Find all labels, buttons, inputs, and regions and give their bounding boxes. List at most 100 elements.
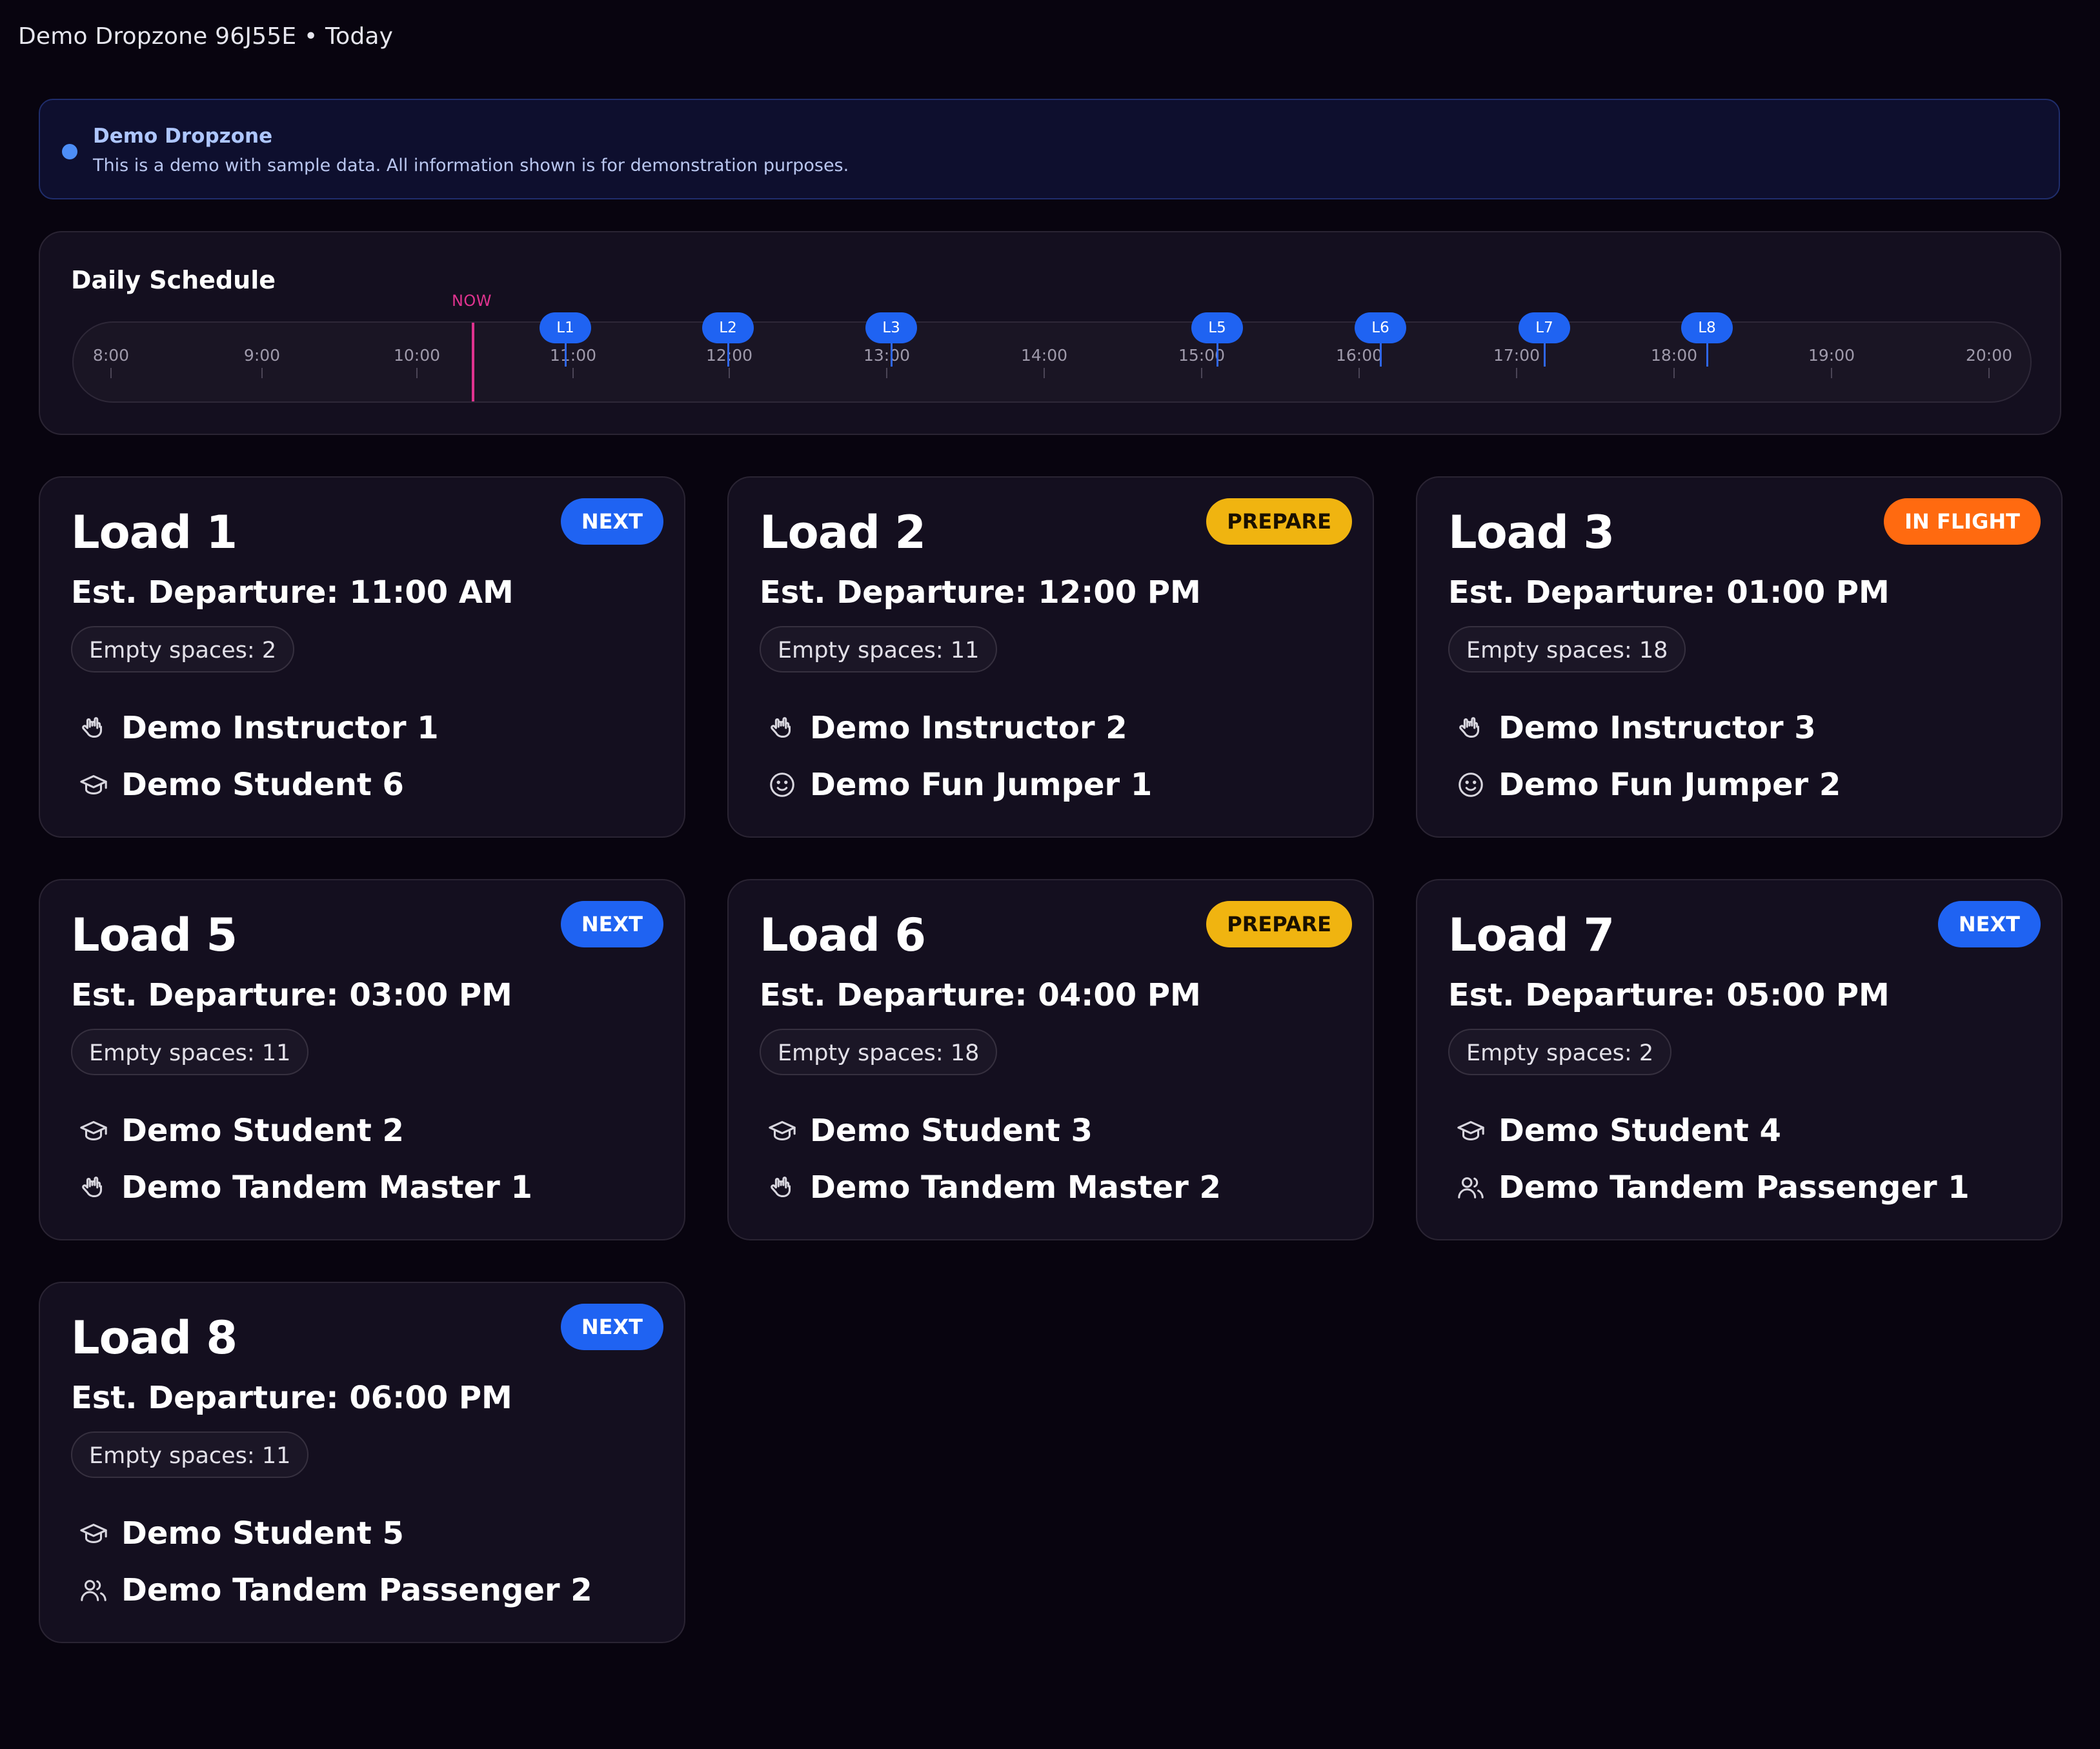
jumper-name: Demo Tandem Master 1 [121, 1169, 532, 1206]
jumper-row: Demo Fun Jumper 1 [767, 765, 1152, 804]
smiley-icon [770, 773, 794, 797]
load-card[interactable]: Load 6 PREPARE Est. Departure: 04:00 PM … [727, 879, 1374, 1240]
now-label: NOW [451, 292, 492, 310]
daily-schedule: Daily Schedule 8:00 9:00 10:00 11:00 12:… [39, 231, 2061, 435]
timeline-load-marker[interactable]: L1 [540, 312, 591, 343]
jumper-name: Demo Instructor 1 [121, 710, 439, 746]
load-title: Load 5 [71, 909, 237, 962]
empty-spaces-badge: Empty spaces: 2 [1448, 1029, 1672, 1075]
schedule-title: Daily Schedule [71, 266, 276, 294]
departure-time: Est. Departure: 06:00 PM [71, 1380, 512, 1416]
graduation-cap-icon [80, 1524, 107, 1543]
users-icon [1458, 1177, 1484, 1198]
empty-spaces-badge: Empty spaces: 18 [1448, 626, 1686, 672]
hour-tick [1673, 368, 1675, 378]
hour-tick [416, 368, 418, 378]
load-title: Load 7 [1448, 909, 1615, 962]
hour-label: 13:00 [863, 346, 911, 365]
hour-tick [1358, 368, 1360, 378]
graduation-cap-icon [80, 775, 107, 794]
timeline-load-marker[interactable]: L8 [1681, 312, 1733, 343]
timeline-load-marker[interactable]: L3 [865, 312, 917, 343]
hour-label: 10:00 [393, 346, 441, 365]
jumper-name: Demo Instructor 3 [1499, 710, 1816, 746]
status-badge: NEXT [560, 498, 663, 545]
jumper-row: Demo Fun Jumper 2 [1456, 765, 1841, 804]
timeline-load-marker[interactable]: L7 [1519, 312, 1570, 343]
jumper-row: Demo Tandem Passenger 1 [1456, 1168, 1970, 1207]
jumper-name: Demo Student 5 [121, 1515, 404, 1552]
load-card[interactable]: Load 8 NEXT Est. Departure: 06:00 PM Emp… [39, 1282, 685, 1643]
load-card[interactable]: Load 2 PREPARE Est. Departure: 12:00 PM … [727, 476, 1374, 838]
jumper-name: Demo Student 4 [1499, 1113, 1781, 1149]
status-badge: NEXT [560, 1304, 663, 1350]
departure-time: Est. Departure: 01:00 PM [1448, 574, 1890, 611]
hand-rock-icon [771, 1177, 791, 1197]
load-card[interactable]: Load 7 NEXT Est. Departure: 05:00 PM Emp… [1416, 879, 2063, 1240]
load-title: Load 1 [71, 506, 237, 559]
hand-rock-icon [82, 1177, 103, 1197]
hour-label: 14:00 [1020, 346, 1068, 365]
empty-spaces-badge: Empty spaces: 11 [71, 1431, 309, 1478]
timeline-load-marker[interactable]: L5 [1191, 312, 1243, 343]
load-card[interactable]: Load 3 IN FLIGHT Est. Departure: 01:00 P… [1416, 476, 2063, 838]
jumper-row: Demo Instructor 3 [1456, 709, 1816, 747]
load-card[interactable]: Load 1 NEXT Est. Departure: 11:00 AM Emp… [39, 476, 685, 838]
load-title: Load 6 [760, 909, 926, 962]
load-title: Load 2 [760, 506, 926, 559]
hour-tick [1831, 368, 1832, 378]
jumper-row: Demo Tandem Passenger 2 [79, 1571, 592, 1610]
hour-tick [1988, 368, 1990, 378]
hour-label: 20:00 [1965, 346, 2013, 365]
load-title: Load 3 [1448, 506, 1615, 559]
jumper-row: Demo Student 5 [79, 1514, 404, 1553]
jumper-row: Demo Student 4 [1456, 1111, 1781, 1150]
hour-label: 19:00 [1808, 346, 1855, 365]
jumper-row: Demo Instructor 2 [767, 709, 1127, 747]
timeline-load-marker[interactable]: L6 [1355, 312, 1406, 343]
hour-tick [572, 368, 574, 378]
graduation-cap-icon [80, 1121, 107, 1140]
empty-spaces-badge: Empty spaces: 2 [71, 626, 295, 672]
page-title: Demo Dropzone 96J55E • Today [18, 23, 394, 50]
timeline-track[interactable]: 8:00 9:00 10:00 11:00 12:00 13:00 14:00 … [72, 312, 2032, 403]
hand-rock-icon [1459, 717, 1480, 738]
info-dot-icon [62, 144, 77, 159]
status-badge: NEXT [560, 901, 663, 947]
jumper-row: Demo Tandem Master 2 [767, 1168, 1221, 1207]
hand-rock-icon [82, 717, 103, 738]
hour-label: 8:00 [92, 346, 130, 365]
dashboard: Demo Dropzone 96J55E • Today Demo Dropzo… [0, 0, 2100, 1749]
hand-rock-icon [771, 717, 791, 738]
hour-tick [1516, 368, 1517, 378]
graduation-cap-icon [1457, 1121, 1484, 1140]
hour-label: 18:00 [1650, 346, 1698, 365]
banner-title: Demo Dropzone [93, 125, 273, 148]
empty-spaces-badge: Empty spaces: 18 [760, 1029, 998, 1075]
jumper-name: Demo Fun Jumper 2 [1499, 767, 1841, 803]
banner-text: This is a demo with sample data. All inf… [93, 156, 849, 176]
status-badge: IN FLIGHT [1884, 498, 2041, 545]
hour-tick [1044, 368, 1045, 378]
hour-tick [261, 368, 263, 378]
hour-tick [110, 368, 112, 378]
departure-time: Est. Departure: 03:00 PM [71, 977, 512, 1013]
jumper-name: Demo Tandem Master 2 [810, 1169, 1221, 1206]
jumper-name: Demo Instructor 2 [810, 710, 1127, 746]
load-title: Load 8 [71, 1311, 237, 1364]
jumper-row: Demo Student 6 [79, 765, 404, 804]
departure-time: Est. Departure: 12:00 PM [760, 574, 1201, 611]
load-card[interactable]: Load 5 NEXT Est. Departure: 03:00 PM Emp… [39, 879, 685, 1240]
departure-time: Est. Departure: 05:00 PM [1448, 977, 1890, 1013]
hour-tick [729, 368, 730, 378]
timeline-load-marker[interactable]: L2 [702, 312, 754, 343]
jumper-name: Demo Student 2 [121, 1113, 404, 1149]
empty-spaces-badge: Empty spaces: 11 [71, 1029, 309, 1075]
departure-time: Est. Departure: 11:00 AM [71, 574, 514, 611]
hour-label: 9:00 [243, 346, 281, 365]
hour-label: 11:00 [549, 346, 597, 365]
departure-time: Est. Departure: 04:00 PM [760, 977, 1201, 1013]
status-badge: PREPARE [1206, 901, 1352, 947]
hour-label: 16:00 [1335, 346, 1383, 365]
hour-label: 12:00 [705, 346, 753, 365]
